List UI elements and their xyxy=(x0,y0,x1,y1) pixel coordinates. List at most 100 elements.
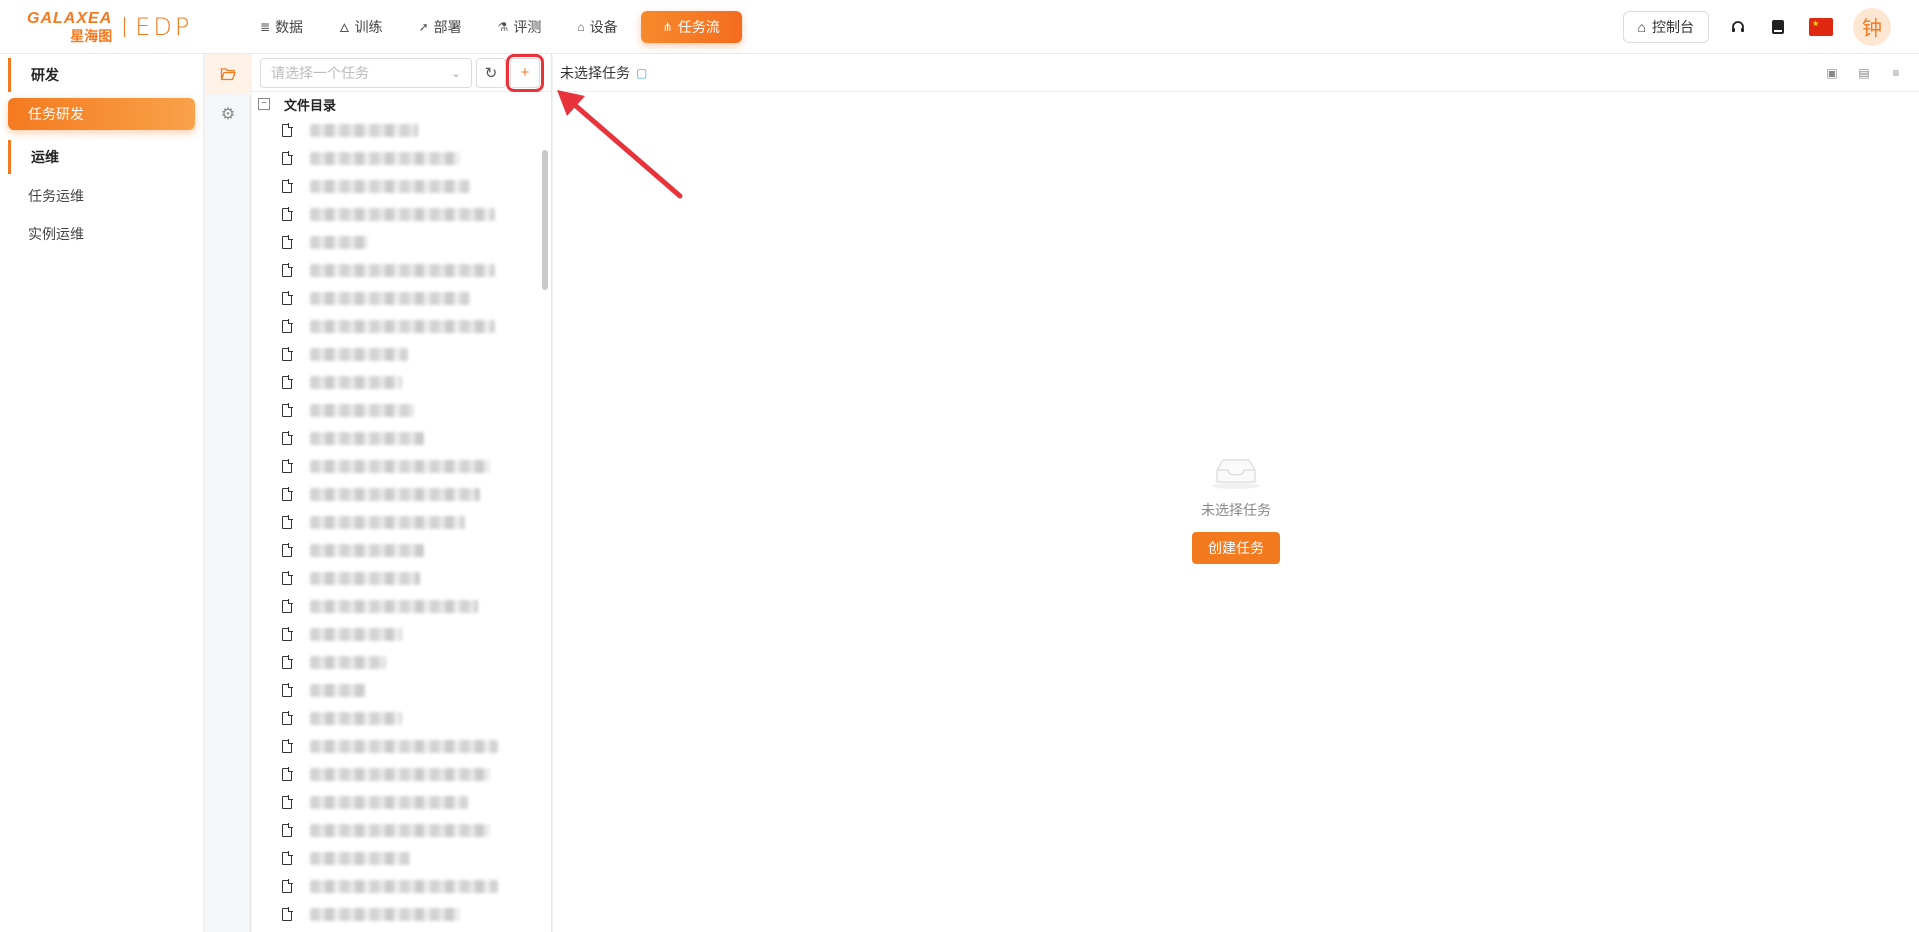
logo-text-cn: 星海图 xyxy=(70,27,113,44)
tree-row[interactable] xyxy=(252,396,551,424)
main-toolbar: 未选择任务 ▢ ▣ ▤ ≡ xyxy=(553,54,1919,92)
file-name-redacted xyxy=(310,375,402,389)
file-icon xyxy=(282,514,293,529)
file-name-redacted xyxy=(310,263,495,277)
tree-row[interactable] xyxy=(252,620,551,648)
main-nav: ≣ 数据 🜂 训练 ➚ 部署 ⚗ 评测 ⌂ 设备 ⋔ 任务流 xyxy=(247,10,752,43)
book-icon[interactable] xyxy=(1767,16,1789,38)
home-icon: ⌂ xyxy=(1637,18,1646,35)
sidebar-item-instance-ops[interactable]: 实例运维 xyxy=(8,218,195,250)
nav-label: 数据 xyxy=(275,18,304,35)
file-icon xyxy=(282,122,293,137)
tree-row[interactable] xyxy=(252,200,551,228)
create-task-button[interactable]: 创建任务 xyxy=(1192,532,1280,564)
document-icon[interactable]: ▤ xyxy=(1855,64,1873,82)
file-icon xyxy=(282,542,293,557)
tree-row[interactable] xyxy=(252,872,551,900)
nav-item-5[interactable]: ⋔ 任务流 xyxy=(640,10,742,43)
console-label: 控制台 xyxy=(1652,18,1694,35)
nav-item-1[interactable]: 🜂 训练 xyxy=(326,11,396,43)
file-name-redacted xyxy=(310,711,402,725)
console-button[interactable]: ⌂ 控制台 xyxy=(1622,10,1709,43)
refresh-icon: ↻ xyxy=(484,64,498,82)
file-name-redacted xyxy=(310,627,402,641)
settings-gear-icon[interactable]: ⚙ xyxy=(205,94,251,134)
nav-item-4[interactable]: ⌂ 设备 xyxy=(564,11,630,43)
tree-row[interactable] xyxy=(252,648,551,676)
file-name-redacted xyxy=(310,403,414,417)
file-icon xyxy=(282,262,293,277)
copy-icon[interactable]: ▢ xyxy=(636,66,647,80)
tree-row[interactable] xyxy=(252,508,551,536)
tree-row[interactable] xyxy=(252,228,551,256)
file-icon xyxy=(282,682,293,697)
tree-row[interactable] xyxy=(252,816,551,844)
file-name-redacted xyxy=(310,515,465,529)
file-name-redacted xyxy=(310,907,460,921)
task-select[interactable]: 请选择一个任务 ⌄ xyxy=(260,57,472,88)
tree-row[interactable] xyxy=(252,256,551,284)
file-icon xyxy=(282,766,293,781)
nav-label: 训练 xyxy=(354,18,383,35)
tree-row[interactable] xyxy=(252,312,551,340)
headset-icon[interactable] xyxy=(1727,16,1749,38)
tree-row[interactable] xyxy=(252,340,551,368)
refresh-button[interactable]: ↻ xyxy=(476,57,506,88)
tree-row[interactable] xyxy=(252,368,551,396)
tree-scrollbar[interactable] xyxy=(542,150,548,290)
add-task-button[interactable]: + xyxy=(506,54,544,92)
tree-row[interactable] xyxy=(252,564,551,592)
top-header: GALAXEA 星海图 EDP ≣ 数据 🜂 训练 ➚ 部署 ⚗ 评测 ⌂ 设备 ⋔ 任务流 ⌂ 控制… xyxy=(0,0,1919,54)
tree-row[interactable] xyxy=(252,536,551,564)
folder-open-icon[interactable] xyxy=(205,54,251,94)
tree-row[interactable] xyxy=(252,704,551,732)
tree-row[interactable] xyxy=(252,732,551,760)
rocket-icon: ➚ xyxy=(418,19,429,34)
file-name-redacted xyxy=(310,179,470,193)
tree-row[interactable] xyxy=(252,172,551,200)
file-name-redacted xyxy=(310,487,480,501)
tree-row[interactable] xyxy=(252,480,551,508)
empty-state: 未选择任务 创建任务 xyxy=(553,454,1919,564)
tree-row[interactable] xyxy=(252,424,551,452)
file-icon xyxy=(282,850,293,865)
empty-state-text: 未选择任务 xyxy=(1201,502,1271,518)
tree-row[interactable] xyxy=(252,676,551,704)
tree-row[interactable] xyxy=(252,144,551,172)
nav-item-0[interactable]: ≣ 数据 xyxy=(247,11,316,43)
workflow-icon: ⋔ xyxy=(662,19,673,34)
tree-root-label: 文件目录 xyxy=(284,97,337,113)
file-tree-list xyxy=(252,116,551,928)
tree-row[interactable] xyxy=(252,844,551,872)
file-icon xyxy=(282,206,293,221)
china-flag-icon[interactable] xyxy=(1809,17,1833,36)
file-icon xyxy=(282,738,293,753)
tree-toolbar: 请选择一个任务 ⌄ ↻ + xyxy=(252,54,551,92)
nav-item-3[interactable]: ⚗ 评测 xyxy=(485,11,555,43)
tree-row[interactable] xyxy=(252,788,551,816)
user-avatar[interactable]: 钟 xyxy=(1853,7,1891,46)
icon-rail: ⚙ xyxy=(205,54,251,932)
section-title-dev: 研发 xyxy=(8,58,203,92)
sidebar-item-task-dev[interactable]: 任务研发 xyxy=(8,98,195,130)
file-name-redacted xyxy=(310,347,408,361)
collapse-toggle-icon[interactable]: − xyxy=(258,98,270,110)
tree-row[interactable] xyxy=(252,452,551,480)
file-icon xyxy=(282,486,293,501)
nav-label: 评测 xyxy=(513,18,542,35)
save-icon[interactable]: ▣ xyxy=(1823,64,1841,82)
nav-item-2[interactable]: ➚ 部署 xyxy=(406,11,475,43)
logo[interactable]: GALAXEA 星海图 EDP xyxy=(27,10,227,44)
sidebar-item-task-ops[interactable]: 任务运维 xyxy=(8,180,195,212)
tree-row[interactable] xyxy=(252,592,551,620)
tree-row[interactable] xyxy=(252,116,551,144)
tree-root-node[interactable]: − 文件目录 xyxy=(252,92,551,116)
database-icon[interactable]: ≡ xyxy=(1887,64,1905,82)
file-name-redacted xyxy=(310,543,424,557)
file-name-redacted xyxy=(310,795,468,809)
tree-row[interactable] xyxy=(252,900,551,928)
tree-row[interactable] xyxy=(252,760,551,788)
file-name-redacted xyxy=(310,291,470,305)
tree-row[interactable] xyxy=(252,284,551,312)
file-name-redacted xyxy=(310,123,418,137)
